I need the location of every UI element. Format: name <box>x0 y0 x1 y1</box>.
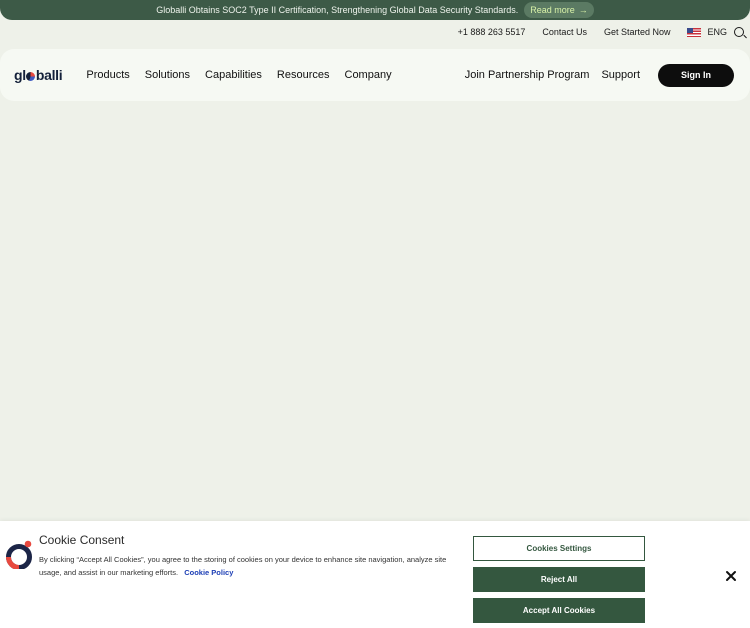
main-navbar: gl balli Products Solutions Capabilities… <box>0 49 750 101</box>
read-more-label: Read more <box>530 5 575 15</box>
cookie-body-text: By clicking “Accept All Cookies”, you ag… <box>39 555 447 577</box>
language-label: ENG <box>707 27 727 37</box>
nav-company[interactable]: Company <box>345 69 392 81</box>
logo-text-end: balli <box>35 67 63 83</box>
partnership-link[interactable]: Join Partnership Program <box>465 69 590 81</box>
cookie-description: By clicking “Accept All Cookies”, you ag… <box>39 554 459 579</box>
nav-capabilities[interactable]: Capabilities <box>205 69 262 81</box>
announcement-bar: Globalli Obtains SOC2 Type II Certificat… <box>0 0 750 20</box>
cookie-consent-logo-icon <box>6 540 32 569</box>
contact-us-link[interactable]: Contact Us <box>542 27 587 37</box>
nav-resources[interactable]: Resources <box>277 69 330 81</box>
support-link[interactable]: Support <box>601 69 640 81</box>
announcement-text: Globalli Obtains SOC2 Type II Certificat… <box>156 5 519 15</box>
primary-nav: Products Solutions Capabilities Resource… <box>86 69 391 81</box>
cookie-title: Cookie Consent <box>39 533 125 547</box>
nav-products[interactable]: Products <box>86 69 129 81</box>
language-selector[interactable]: ENG <box>687 27 727 37</box>
nav-right: Join Partnership Program Support Sign In <box>465 63 736 87</box>
search-icon[interactable] <box>734 27 744 37</box>
get-started-link[interactable]: Get Started Now <box>604 27 671 37</box>
arrow-right-icon: → <box>578 5 588 15</box>
cookie-banner: Cookie Consent By clicking “Accept All C… <box>0 521 750 628</box>
accept-all-cookies-button[interactable]: Accept All Cookies <box>473 598 645 623</box>
sign-in-button[interactable]: Sign In <box>658 63 734 87</box>
reject-all-button[interactable]: Reject All <box>473 567 645 592</box>
utility-bar: +1 888 263 5517 Contact Us Get Started N… <box>458 24 744 40</box>
cookies-settings-button[interactable]: Cookies Settings <box>473 536 645 561</box>
globalli-logo[interactable]: gl balli <box>14 67 63 83</box>
read-more-button[interactable]: Read more → <box>524 2 594 18</box>
us-flag-icon <box>687 27 702 37</box>
logo-text-start: gl <box>14 67 26 83</box>
logo-o-icon <box>26 72 36 81</box>
close-icon[interactable] <box>725 570 737 582</box>
cookie-policy-link[interactable]: Cookie Policy <box>184 568 233 577</box>
nav-solutions[interactable]: Solutions <box>145 69 190 81</box>
phone-link[interactable]: +1 888 263 5517 <box>458 27 526 37</box>
